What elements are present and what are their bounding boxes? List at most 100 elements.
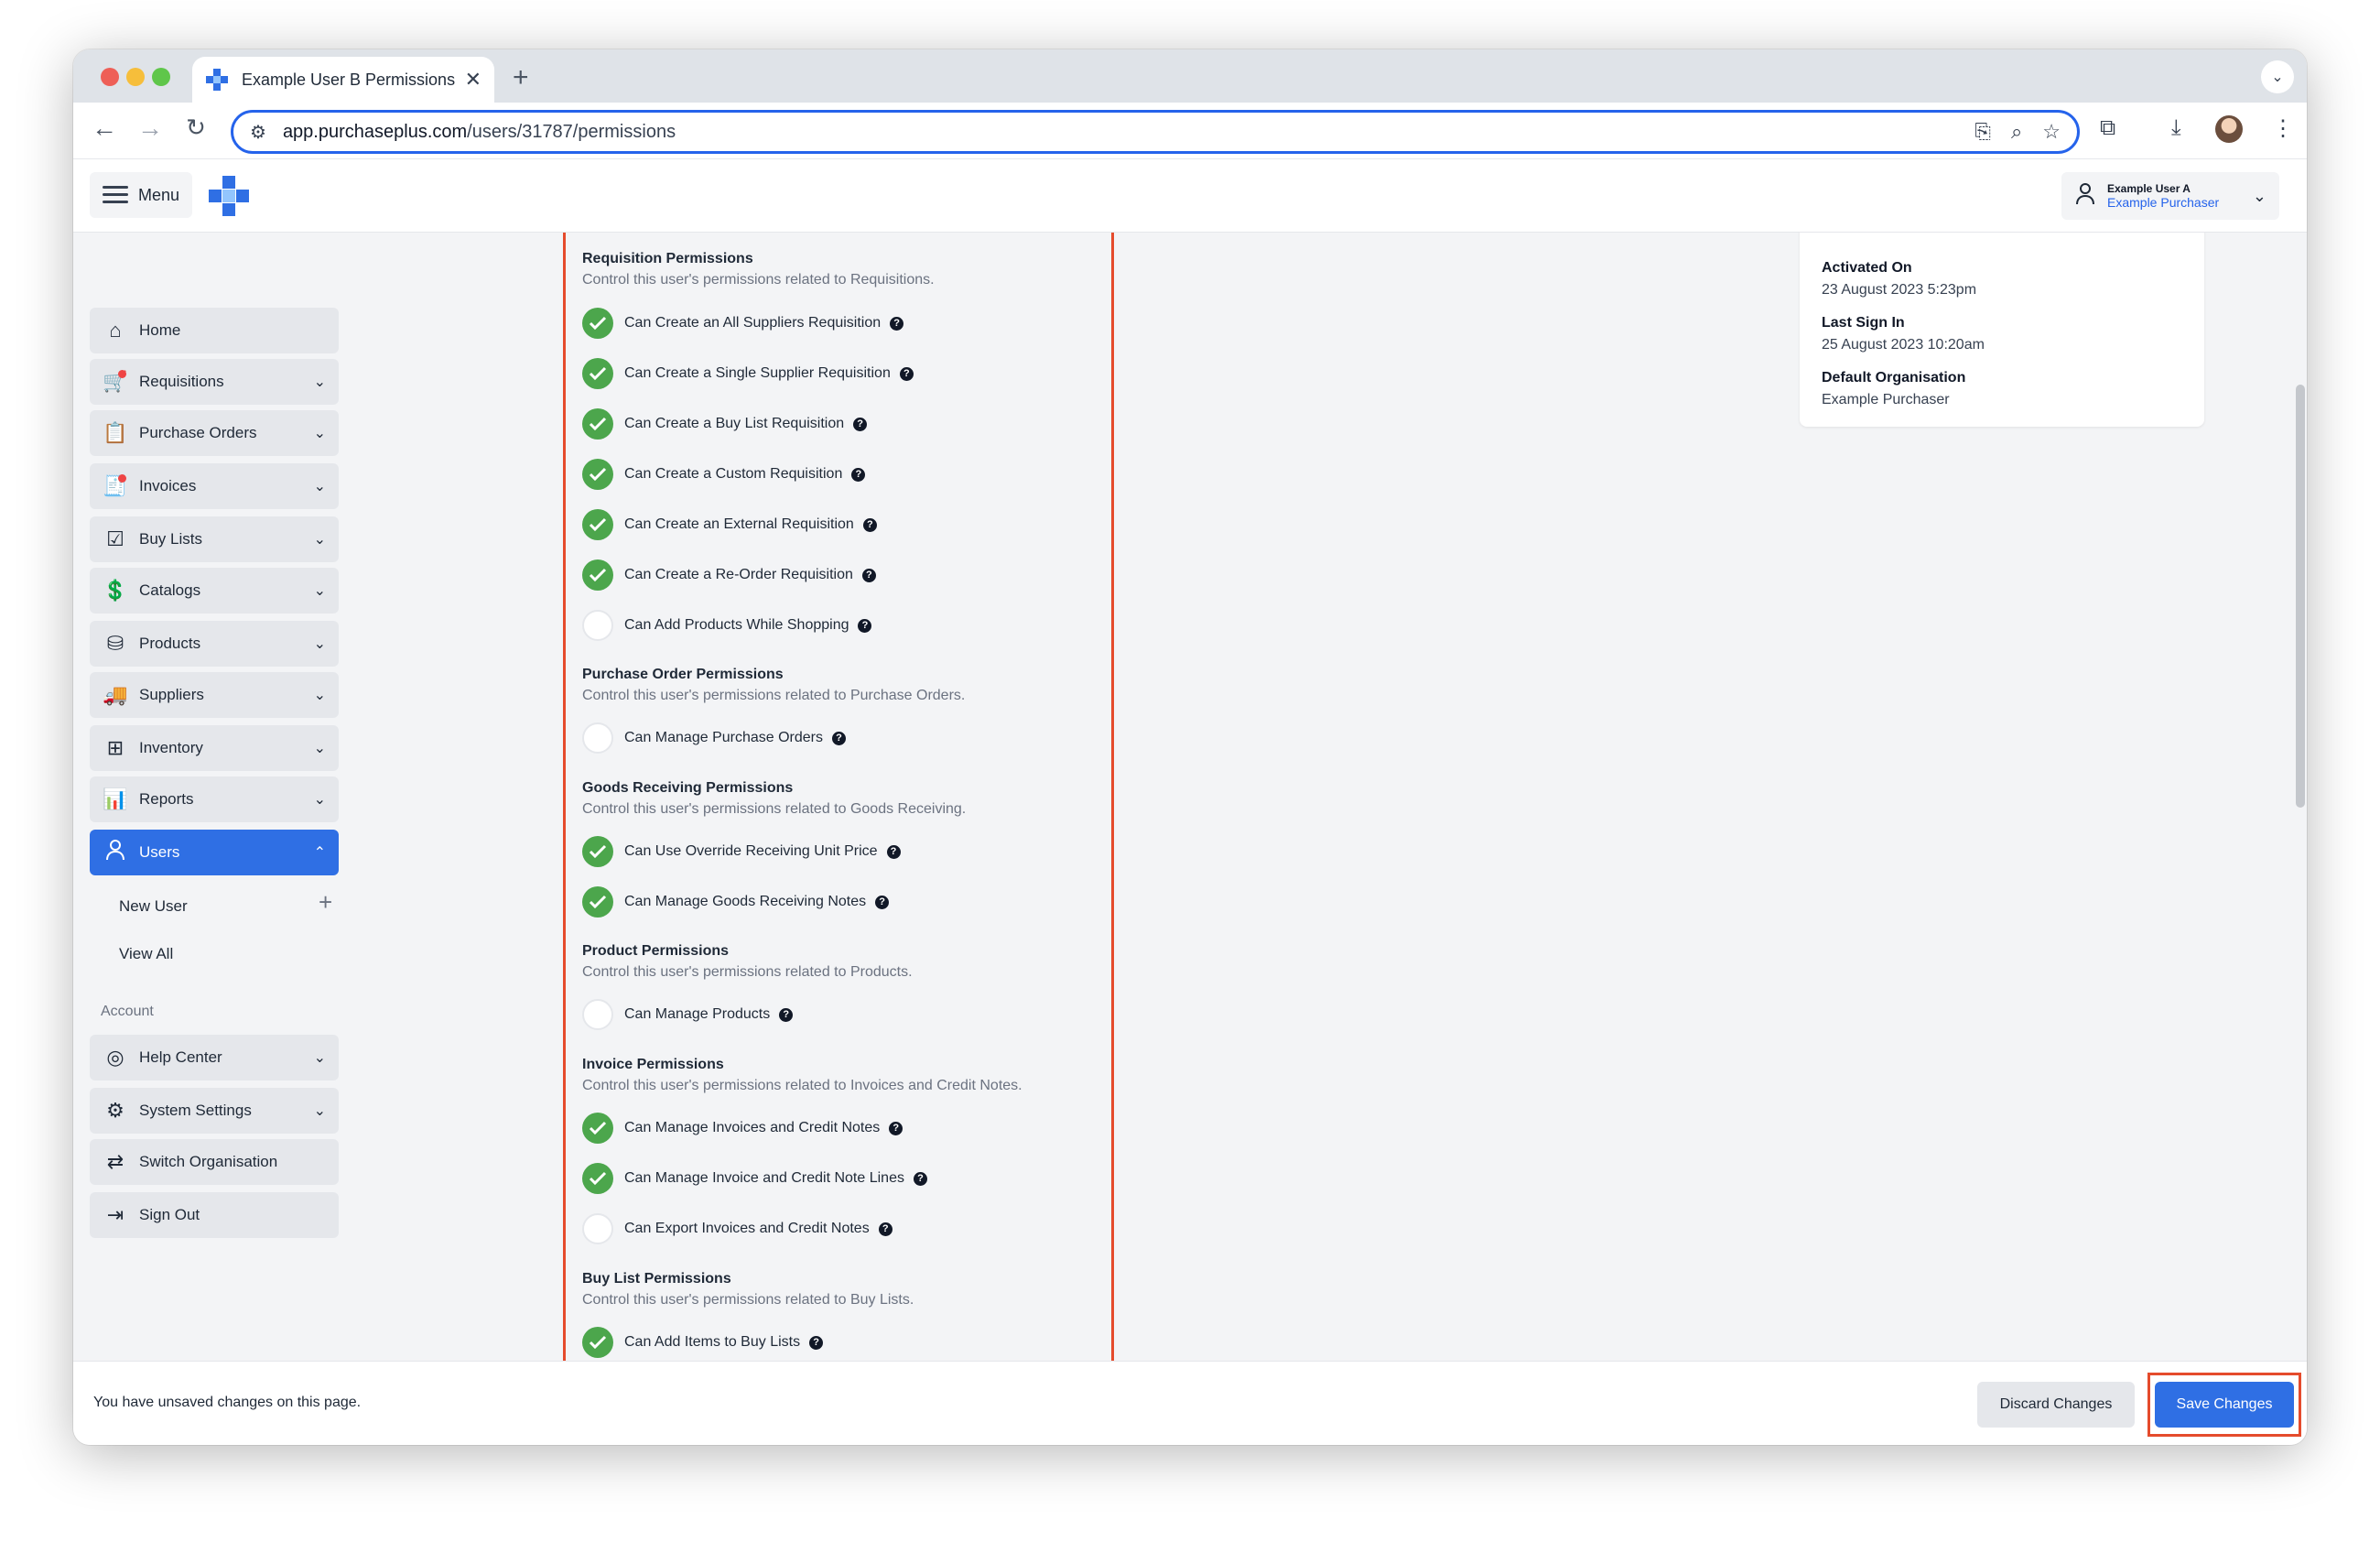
checked-toggle[interactable] [582,459,613,490]
permission-row[interactable]: Can Create a Custom Requisition? [582,459,866,490]
chevron-down-icon: ⌄ [313,532,326,548]
help-icon[interactable]: ? [851,467,866,482]
help-icon[interactable]: ? [886,844,901,859]
sidebar-item-catalogs[interactable]: 💲 Catalogs ⌄ [90,568,339,614]
forward-arrow-icon[interactable]: → [132,114,168,143]
address-bar[interactable]: ⚙ app.purchaseplus.com/users/31787/permi… [231,110,2080,154]
help-icon[interactable]: ? [862,517,877,532]
help-icon[interactable]: ? [861,568,876,582]
sidebar-item-reports[interactable]: 📊 Reports ⌄ [90,776,339,822]
permission-row[interactable]: Can Create an External Requisition? [582,509,877,540]
close-tab-icon[interactable]: ✕ [465,68,481,92]
help-icon[interactable]: ? [878,1222,892,1236]
checked-toggle[interactable] [582,559,613,591]
permission-row[interactable]: Can Manage Purchase Orders? [582,722,846,754]
chevron-up-icon: ⌃ [313,845,326,861]
checked-toggle[interactable] [582,1163,613,1194]
save-changes-button[interactable]: Save Changes [2155,1382,2294,1428]
checked-toggle[interactable] [582,509,613,540]
permission-row[interactable]: Can Use Override Receiving Unit Price? [582,836,901,867]
permission-row[interactable]: Can Manage Invoice and Credit Note Lines… [582,1163,927,1194]
permission-label: Can Create an All Suppliers Requisition [624,315,882,331]
page-scrollbar[interactable] [2296,385,2305,808]
profile-avatar[interactable] [2215,115,2243,143]
sidebar-item-home[interactable]: ⌂ Home [90,308,339,353]
chevron-down-icon: ⌄ [313,426,326,441]
minimize-window-button[interactable] [126,68,145,86]
close-window-button[interactable] [101,68,119,86]
checked-toggle[interactable] [582,358,613,389]
help-icon[interactable]: ? [899,366,914,381]
permission-row[interactable]: Can Manage Goods Receiving Notes? [582,886,890,918]
sidebar-item-inventory[interactable]: ⊞ Inventory ⌄ [90,725,339,771]
site-settings-icon[interactable]: ⚙ [250,121,266,144]
section-title-invoice: Invoice Permissions [582,1057,724,1072]
back-arrow-icon[interactable]: ← [86,114,123,143]
permission-row[interactable]: Can Manage Products? [582,999,794,1030]
tab-strip: Example User B Permissions ✕ + ⌄ [73,49,2307,103]
section-desc-purchase-order: Control this user's permissions related … [582,688,966,703]
sidebar-subitem-new-user[interactable]: New User [119,897,188,916]
permission-row[interactable]: Can Export Invoices and Credit Notes? [582,1213,892,1244]
permission-label: Can Use Override Receiving Unit Price [624,843,878,859]
checked-toggle[interactable] [582,836,613,867]
sidebar-item-invoices[interactable]: 🧾 Invoices ⌄ [90,463,339,509]
help-icon[interactable]: ? [889,1121,903,1135]
unchecked-toggle[interactable] [582,999,613,1030]
unchecked-toggle[interactable] [582,610,613,641]
permission-row[interactable]: Can Add Products While Shopping? [582,610,872,641]
discard-changes-button[interactable]: Discard Changes [1977,1382,2135,1428]
download-icon[interactable]: ⤓ [2171,115,2181,141]
menu-button[interactable]: Menu [90,172,192,218]
permission-row[interactable]: Can Create an All Suppliers Requisition? [582,308,904,339]
help-icon[interactable]: ? [809,1335,824,1350]
checked-toggle[interactable] [582,308,613,339]
sidebar-item-switch-organisation[interactable]: ⇄ Switch Organisation [90,1139,339,1185]
user-menu[interactable]: Example User A Example Purchaser ⌄ [2061,172,2279,220]
help-icon[interactable]: ? [779,1007,794,1022]
checked-toggle[interactable] [582,408,613,440]
unchecked-toggle[interactable] [582,722,613,754]
sidebar-item-system-settings[interactable]: ⚙ System Settings ⌄ [90,1088,339,1134]
permission-row[interactable]: Can Manage Invoices and Credit Notes? [582,1113,903,1144]
help-icon[interactable]: ? [853,417,868,431]
zoom-icon[interactable]: ⌕ [2011,120,2022,144]
help-icon[interactable]: ? [875,895,890,909]
install-app-icon[interactable]: ⎘ [1974,120,1991,144]
permission-row[interactable]: Can Create a Buy List Requisition? [582,408,868,440]
sidebar-item-requisitions[interactable]: 🛒 Requisitions ⌄ [90,359,339,405]
bookmark-star-icon[interactable]: ☆ [2042,120,2061,144]
browser-menu-icon[interactable]: ⋮ [2272,115,2294,142]
add-user-plus-icon[interactable]: + [319,888,332,917]
permission-label: Can Create a Buy List Requisition [624,416,845,431]
reload-icon[interactable]: ↻ [178,114,214,142]
sidebar-item-purchase-orders[interactable]: 📋 Purchase Orders ⌄ [90,410,339,456]
permission-row[interactable]: Can Create a Re-Order Requisition? [582,559,876,591]
sidebar-subitem-view-all[interactable]: View All [119,945,173,963]
maximize-window-button[interactable] [152,68,170,86]
sidebar-item-users[interactable]: Users ⌃ [90,830,339,875]
unchecked-toggle[interactable] [582,1213,613,1244]
checked-toggle[interactable] [582,1327,613,1358]
help-icon[interactable]: ? [858,618,872,633]
help-icon[interactable]: ? [832,731,846,745]
tab-search-chevron-icon[interactable]: ⌄ [2261,60,2294,93]
browser-tab[interactable]: Example User B Permissions ✕ [192,57,494,103]
sign-out-icon: ⇥ [106,1203,124,1226]
sidebar-item-products[interactable]: ⛁ Products ⌄ [90,621,339,667]
app-header: Menu Example User A Example Purchaser ⌄ [73,159,2307,233]
permission-row[interactable]: Can Add Items to Buy Lists? [582,1327,824,1358]
checked-toggle[interactable] [582,886,613,918]
sidebar-item-help-center[interactable]: ◎ Help Center ⌄ [90,1035,339,1080]
new-tab-icon[interactable]: + [513,62,529,93]
checked-toggle[interactable] [582,1113,613,1144]
extensions-puzzle-icon[interactable]: ⧉ [2100,115,2115,141]
browser-window: Example User B Permissions ✕ + ⌄ ← → ↻ ⚙… [73,49,2307,1445]
help-icon[interactable]: ? [913,1171,927,1186]
sidebar-item-suppliers[interactable]: 🚚 Suppliers ⌄ [90,672,339,718]
purchaseplus-logo-icon[interactable] [207,174,251,218]
help-icon[interactable]: ? [890,316,904,331]
sidebar-item-sign-out[interactable]: ⇥ Sign Out [90,1192,339,1238]
sidebar-item-buy-lists[interactable]: ☑ Buy Lists ⌄ [90,516,339,562]
permission-row[interactable]: Can Create a Single Supplier Requisition… [582,358,914,389]
